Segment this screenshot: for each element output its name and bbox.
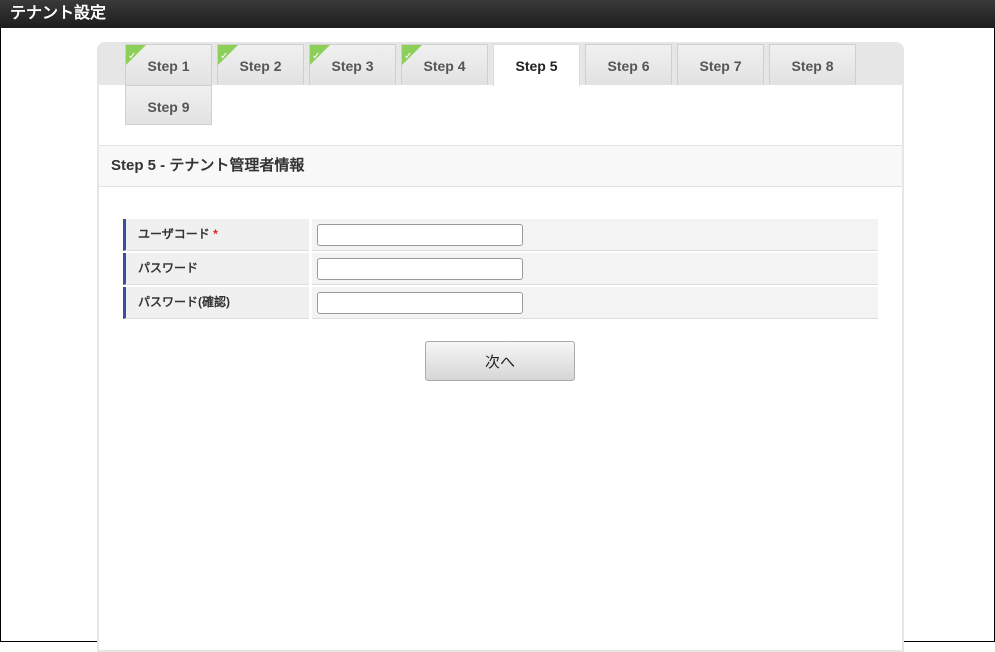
tab-step-9[interactable]: Step 9 (125, 85, 212, 125)
next-button[interactable]: 次へ (425, 341, 575, 381)
tab-step-3[interactable]: ✓ Step 3 (309, 44, 396, 85)
tab-step-7[interactable]: Step 7 (677, 44, 764, 85)
check-icon: ✓ (310, 45, 330, 65)
check-icon: ✓ (126, 45, 146, 65)
form-row-user-code: ユーザコード * (123, 219, 878, 251)
tab-label: Step 8 (791, 58, 834, 74)
password-input[interactable] (317, 258, 523, 280)
check-icon: ✓ (218, 45, 238, 65)
field-cell (312, 287, 878, 319)
field-label: ユーザコード * (123, 219, 309, 251)
password-confirm-input[interactable] (317, 292, 523, 314)
section-title: Step 5 - テナント管理者情報 (99, 145, 902, 187)
tab-label: Step 4 (423, 58, 466, 74)
tab-label: Step 2 (239, 58, 282, 74)
user-code-input[interactable] (317, 224, 523, 246)
form-row-password: パスワード (123, 253, 878, 285)
tab-step-5[interactable]: Step 5 (493, 44, 580, 86)
tab-step-2[interactable]: ✓ Step 2 (217, 44, 304, 85)
field-label: パスワード(確認) (123, 287, 309, 319)
tab-label: Step 9 (147, 99, 190, 115)
tab-label: Step 5 (515, 58, 558, 74)
tab-label: Step 7 (699, 58, 742, 74)
tab-step-8[interactable]: Step 8 (769, 44, 856, 85)
tab-step-6[interactable]: Step 6 (585, 44, 672, 85)
tab-step-1[interactable]: ✓ Step 1 (125, 44, 212, 85)
tab-label: Step 6 (607, 58, 650, 74)
tab-label: Step 1 (147, 58, 190, 74)
window-title: テナント設定 (0, 0, 995, 28)
field-label: パスワード (123, 253, 309, 285)
field-cell (312, 253, 878, 285)
form-row-password-confirm: パスワード(確認) (123, 287, 878, 319)
check-icon: ✓ (402, 45, 422, 65)
tab-label: Step 3 (331, 58, 374, 74)
required-mark: * (213, 227, 218, 241)
tab-step-4[interactable]: ✓ Step 4 (401, 44, 488, 85)
field-cell (312, 219, 878, 251)
label-text: ユーザコード (138, 227, 210, 241)
